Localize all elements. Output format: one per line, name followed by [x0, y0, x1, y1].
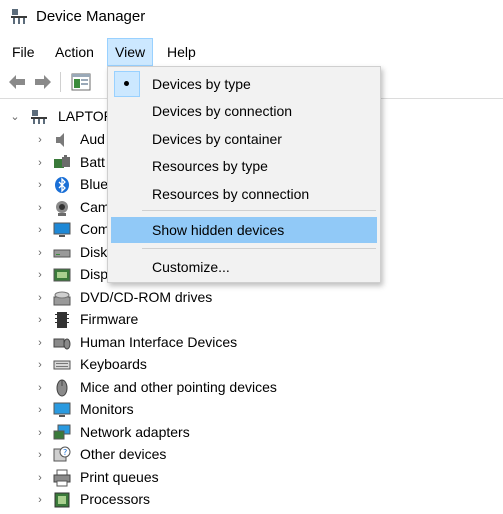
chevron-right-icon[interactable]: › — [34, 381, 46, 395]
tree-item-label: Other devices — [80, 446, 167, 462]
title-bar: Device Manager — [0, 0, 503, 38]
tree-item[interactable]: › Keyboards — [0, 354, 503, 376]
tree-item[interactable]: › Monitors — [0, 399, 503, 421]
menu-item-label: Resources by type — [152, 158, 268, 174]
tree-item-label: DVD/CD-ROM drives — [80, 288, 213, 305]
camera-icon — [56, 200, 68, 216]
menu-item-devices-by-type[interactable]: Devices by type — [111, 71, 377, 97]
chevron-right-icon[interactable]: › — [34, 201, 46, 215]
menu-item-customize[interactable]: Customize... — [111, 254, 377, 280]
menu-item-label: Devices by container — [152, 131, 282, 147]
chevron-right-icon[interactable]: › — [34, 291, 46, 305]
menu-separator — [142, 248, 376, 249]
mouse-icon — [56, 379, 68, 396]
dvd-drive-icon — [53, 291, 71, 305]
properties-icon[interactable] — [70, 71, 92, 93]
view-dropdown-menu: Devices by type Devices by connection De… — [107, 66, 381, 283]
tree-item-label: Aud — [80, 131, 105, 147]
chevron-right-icon[interactable]: › — [34, 336, 46, 350]
hid-icon — [53, 338, 71, 349]
chevron-right-icon[interactable]: › — [34, 133, 46, 147]
tree-item-label: Disp — [80, 266, 109, 282]
tree-item[interactable]: › DVD/CD-ROM drives — [0, 287, 503, 309]
computer-root-icon — [31, 110, 47, 124]
chevron-right-icon[interactable]: › — [34, 471, 46, 485]
tree-item[interactable]: › Network adapters — [0, 422, 503, 444]
chevron-right-icon[interactable]: › — [34, 313, 46, 327]
display-adapter-icon — [53, 268, 71, 282]
menu-item-devices-by-connection[interactable]: Devices by connection — [111, 98, 377, 124]
tree-item[interactable]: ›? Other devices — [0, 444, 503, 466]
processor-icon — [54, 492, 70, 508]
toolbar-separator — [60, 72, 61, 92]
tree-item-label: Com — [80, 221, 110, 237]
tree-item-label: Blue — [80, 176, 109, 192]
tree-item[interactable]: › Firmware — [0, 309, 503, 331]
chevron-right-icon[interactable]: › — [34, 426, 46, 440]
selected-bullet-icon — [114, 71, 140, 97]
tree-item-label: Network adapters — [80, 423, 190, 440]
menu-item-label: Devices by type — [152, 76, 251, 92]
network-adapter-icon — [53, 424, 71, 439]
menu-item-resources-by-connection[interactable]: Resources by connection — [111, 181, 377, 207]
printer-icon — [53, 469, 71, 486]
menu-item-label: Devices by connection — [152, 103, 293, 119]
chevron-right-icon[interactable]: › — [34, 246, 46, 260]
tree-item[interactable]: › Print queues — [0, 467, 503, 489]
menu-view[interactable]: View — [107, 38, 154, 66]
audio-speaker-icon — [56, 133, 64, 147]
menu-separator — [142, 210, 376, 211]
tree-item-label: Print queues — [80, 468, 159, 485]
chevron-right-icon[interactable]: › — [34, 178, 46, 192]
tree-item-label: Human Interface Devices — [80, 333, 238, 350]
computer-icon — [53, 222, 71, 237]
chevron-right-icon[interactable]: › — [34, 448, 46, 462]
svg-text:?: ? — [63, 448, 67, 457]
menu-bar: File Action View Help — [0, 38, 503, 67]
menu-item-label: Resources by connection — [152, 186, 310, 202]
menu-item-label: Customize... — [152, 259, 230, 275]
chevron-right-icon[interactable]: › — [34, 268, 46, 282]
back-arrow-icon[interactable] — [6, 71, 28, 93]
tree-item[interactable]: › Human Interface Devices — [0, 332, 503, 354]
window-title: Device Manager — [36, 8, 146, 25]
tree-item[interactable]: › Processors — [0, 489, 503, 511]
chevron-right-icon[interactable]: › — [34, 223, 46, 237]
tree-item-label: Processors — [80, 491, 151, 507]
tree-item-label: Batt — [80, 153, 105, 170]
bluetooth-icon — [55, 177, 69, 193]
disk-drive-icon — [53, 249, 71, 257]
tree-item-label: Keyboards — [80, 356, 147, 372]
battery-icon — [54, 154, 70, 168]
monitor-icon — [53, 402, 71, 417]
firmware-icon — [55, 312, 69, 328]
menu-help[interactable]: Help — [160, 38, 203, 66]
tree-item-label: Disk — [80, 243, 108, 260]
chevron-down-icon[interactable]: ⌄ — [9, 110, 21, 124]
chevron-right-icon[interactable]: › — [34, 156, 46, 170]
chevron-right-icon[interactable]: › — [34, 358, 46, 372]
menu-item-label: Show hidden devices — [152, 222, 285, 238]
device-manager-icon — [11, 9, 27, 24]
chevron-right-icon[interactable]: › — [34, 403, 46, 417]
menu-item-resources-by-type[interactable]: Resources by type — [111, 153, 377, 179]
tree-item-label: Firmware — [80, 311, 139, 327]
menu-file[interactable]: File — [5, 38, 42, 66]
menu-item-show-hidden-devices[interactable]: Show hidden devices — [111, 217, 377, 243]
unknown-device-icon: ? — [53, 446, 71, 462]
tree-item[interactable]: › Mice and other pointing devices — [0, 377, 503, 399]
tree-item-label: Mice and other pointing devices — [80, 378, 277, 395]
tree-item-label: Monitors — [80, 401, 134, 417]
forward-arrow-icon[interactable] — [32, 71, 54, 93]
chevron-right-icon[interactable]: › — [34, 493, 46, 507]
menu-item-devices-by-container[interactable]: Devices by container — [111, 126, 377, 152]
keyboard-icon — [53, 360, 71, 370]
tree-item-label: Cam — [80, 198, 110, 215]
menu-action[interactable]: Action — [48, 38, 101, 66]
